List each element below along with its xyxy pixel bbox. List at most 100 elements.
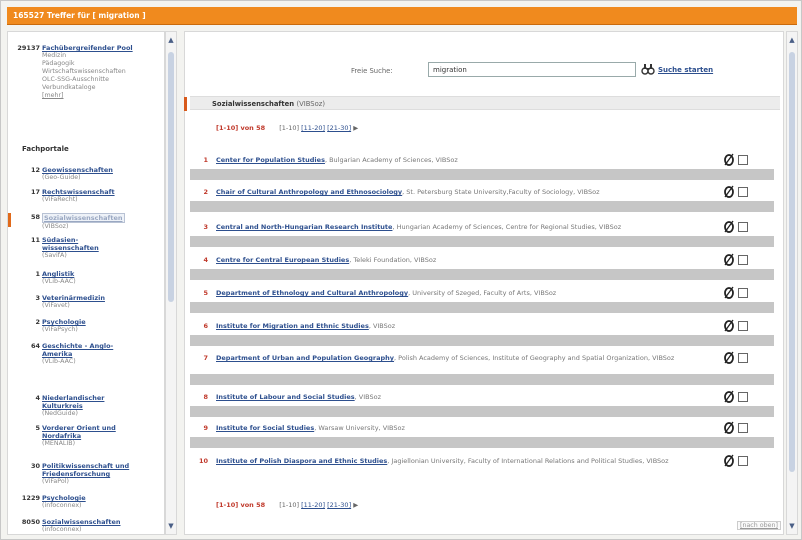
scroll-down-icon[interactable]: ▼: [788, 522, 796, 530]
save-record-icon[interactable]: [723, 319, 735, 332]
save-record-icon[interactable]: [723, 153, 735, 166]
portal-source: (NedGuide): [42, 410, 78, 417]
result-link[interactable]: Institute of Polish Diaspora and Ethnic …: [216, 457, 387, 465]
section-marker: [184, 97, 187, 111]
portal-link[interactable]: Psychologie: [42, 318, 160, 326]
save-record-icon[interactable]: [723, 185, 735, 198]
portal-link[interactable]: Geschichte - Anglo- Amerika: [42, 342, 114, 358]
portal-source: (ViFavet): [42, 302, 70, 309]
result-number: 3: [203, 223, 208, 231]
result-checkbox[interactable]: [738, 288, 748, 298]
pager-range: [1-10]: [279, 124, 300, 132]
portal-source: (VIBSoz): [42, 223, 69, 230]
next-arrow-icon[interactable]: ▶: [353, 501, 358, 509]
result-desc: , VIBSoz: [354, 393, 382, 401]
portal-link[interactable]: Anglistik: [42, 270, 160, 278]
browser-frame: 165527 Treffer für [ migration ] 29137 F…: [0, 0, 802, 540]
portal-source: (ViFaPol): [42, 478, 69, 485]
item-count: 17: [30, 188, 40, 196]
result-link[interactable]: Department of Urban and Population Geogr…: [216, 354, 394, 362]
scroll-thumb[interactable]: [168, 52, 174, 302]
pager-bottom: [1-10] von 58 [1-10] [11-20] [21-30] ▶: [216, 501, 358, 509]
item-count: 3: [35, 294, 40, 302]
result-desc: , Teleki Foundation, VIBSoz: [349, 256, 437, 264]
portal-link-active[interactable]: Sozialwissenschaften: [42, 213, 125, 223]
pool-sub-verbund[interactable]: Verbundkataloge: [42, 84, 160, 92]
pager-link-2[interactable]: [11-20]: [301, 124, 325, 132]
result-link[interactable]: Center for Population Studies: [216, 156, 325, 164]
back-to-top-link[interactable]: [nach oben]: [737, 521, 781, 530]
result-checkbox[interactable]: [738, 456, 748, 466]
save-record-icon[interactable]: [723, 220, 735, 233]
pool-sub-paedagogik[interactable]: Pädagogik: [42, 60, 160, 68]
result-checkbox[interactable]: [738, 187, 748, 197]
result-number: 9: [203, 424, 208, 432]
result-separator: [190, 437, 774, 448]
more-link[interactable]: [mehr]: [42, 92, 160, 100]
pool-sub-wirtschaft[interactable]: Wirtschaftswissenschaften: [42, 68, 160, 76]
portal-source: (VLib-AAC): [42, 358, 76, 365]
portal-link[interactable]: Südasien-wissenschaften: [42, 236, 122, 252]
scroll-up-icon[interactable]: ▲: [167, 36, 175, 44]
pager-current: [1-10] von 58: [216, 501, 266, 509]
result-checkbox[interactable]: [738, 155, 748, 165]
save-record-icon[interactable]: [723, 390, 735, 403]
pool-sub-medizin[interactable]: Medizin: [42, 52, 160, 60]
portal-link[interactable]: Geowissenschaften: [42, 166, 160, 174]
portal-source: (VLib-AAC): [42, 278, 76, 285]
pool-link[interactable]: Fachübergreifender Pool: [42, 44, 160, 52]
result-desc: , Warsaw University, VIBSoz: [314, 424, 405, 432]
result-link[interactable]: Chair of Cultural Anthropology and Ethno…: [216, 188, 402, 196]
result-link[interactable]: Department of Ethnology and Cultural Ant…: [216, 289, 408, 297]
portal-link[interactable]: Politikwissenschaft und Friedensforschun…: [42, 462, 154, 478]
search-input[interactable]: [428, 62, 636, 77]
scroll-down-icon[interactable]: ▼: [167, 522, 175, 530]
result-desc: , St. Petersburg State University,Facult…: [402, 188, 600, 196]
scroll-thumb[interactable]: [789, 52, 795, 472]
left-scrollbar[interactable]: ▲ ▼: [165, 31, 177, 535]
pager-link-3[interactable]: [21-30]: [327, 501, 351, 509]
result-link[interactable]: Institute for Social Studies: [216, 424, 314, 432]
section-source: (VIBSoz): [296, 100, 325, 108]
save-record-icon[interactable]: [723, 286, 735, 299]
item-count: 64: [30, 342, 40, 350]
save-record-icon[interactable]: [723, 351, 735, 364]
result-checkbox[interactable]: [738, 222, 748, 232]
result-link[interactable]: Centre for Central European Studies: [216, 256, 349, 264]
result-separator: [190, 374, 774, 385]
result-checkbox[interactable]: [738, 353, 748, 363]
scroll-up-icon[interactable]: ▲: [788, 36, 796, 44]
result-checkbox[interactable]: [738, 255, 748, 265]
result-link[interactable]: Central and North-Hungarian Research Ins…: [216, 223, 392, 231]
result-checkbox[interactable]: [738, 392, 748, 402]
portal-link[interactable]: Niederlandischer Kulturkreis: [42, 394, 116, 410]
item-count: 5: [35, 424, 40, 432]
result-link[interactable]: Institute for Migration and Ethnic Studi…: [216, 322, 369, 330]
result-separator: [190, 335, 774, 346]
portal-link[interactable]: Veterinärmedizin: [42, 294, 160, 302]
pager-link-2[interactable]: [11-20]: [301, 501, 325, 509]
search-start-button[interactable]: Suche starten: [658, 66, 713, 74]
portal-link[interactable]: Sozialwissenschaften: [42, 518, 160, 526]
portal-source: (ViFaRecht): [42, 196, 78, 203]
portal-link[interactable]: Rechtswissenschaft: [42, 188, 160, 196]
portal-link[interactable]: Vorderer Orient und Nordafrika: [42, 424, 130, 440]
save-record-icon[interactable]: [723, 454, 735, 467]
result-number: 10: [198, 457, 208, 465]
result-desc: , Hungarian Academy of Sciences, Centre …: [392, 223, 622, 231]
save-record-icon[interactable]: [723, 253, 735, 266]
result-separator: [190, 169, 774, 180]
next-arrow-icon[interactable]: ▶: [353, 124, 358, 132]
item-count: 30: [30, 462, 40, 470]
save-record-icon[interactable]: [723, 421, 735, 434]
pager-link-3[interactable]: [21-30]: [327, 124, 351, 132]
main-scrollbar[interactable]: ▲ ▼: [786, 31, 798, 535]
item-count: 4: [35, 394, 40, 402]
result-checkbox[interactable]: [738, 423, 748, 433]
pool-sub-olc[interactable]: OLC-SSG-Ausschnitte: [42, 76, 160, 84]
result-link[interactable]: Institute of Labour and Social Studies: [216, 393, 355, 401]
portal-source: (Geo-Guide): [42, 174, 81, 181]
portal-link[interactable]: Psychologie: [42, 494, 160, 502]
result-checkbox[interactable]: [738, 321, 748, 331]
binoculars-icon[interactable]: [641, 62, 655, 76]
